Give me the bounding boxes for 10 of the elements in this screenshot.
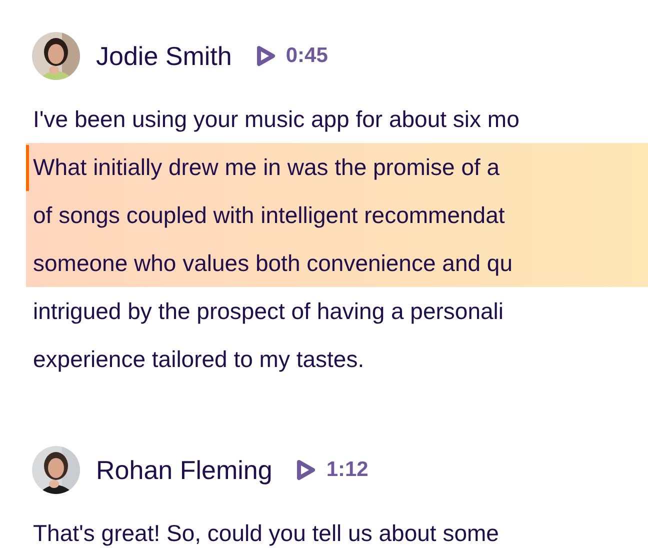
transcript-line: experience tailored to my tastes.	[32, 345, 366, 374]
transcript-line: intrigued by the prospect of having a personali	[32, 297, 505, 326]
transcript-line: I've been using your music app for about six mo	[32, 105, 520, 134]
audio-duration: 1:12	[326, 458, 368, 482]
audio-duration: 0:45	[286, 44, 328, 68]
speaker-name: Jodie Smith	[96, 40, 232, 72]
play-icon[interactable]	[296, 459, 316, 481]
speaker-name: Rohan Fleming	[96, 454, 272, 486]
play-icon[interactable]	[256, 45, 276, 67]
transcript-line: That's great! So, could you tell us about some	[32, 519, 500, 548]
